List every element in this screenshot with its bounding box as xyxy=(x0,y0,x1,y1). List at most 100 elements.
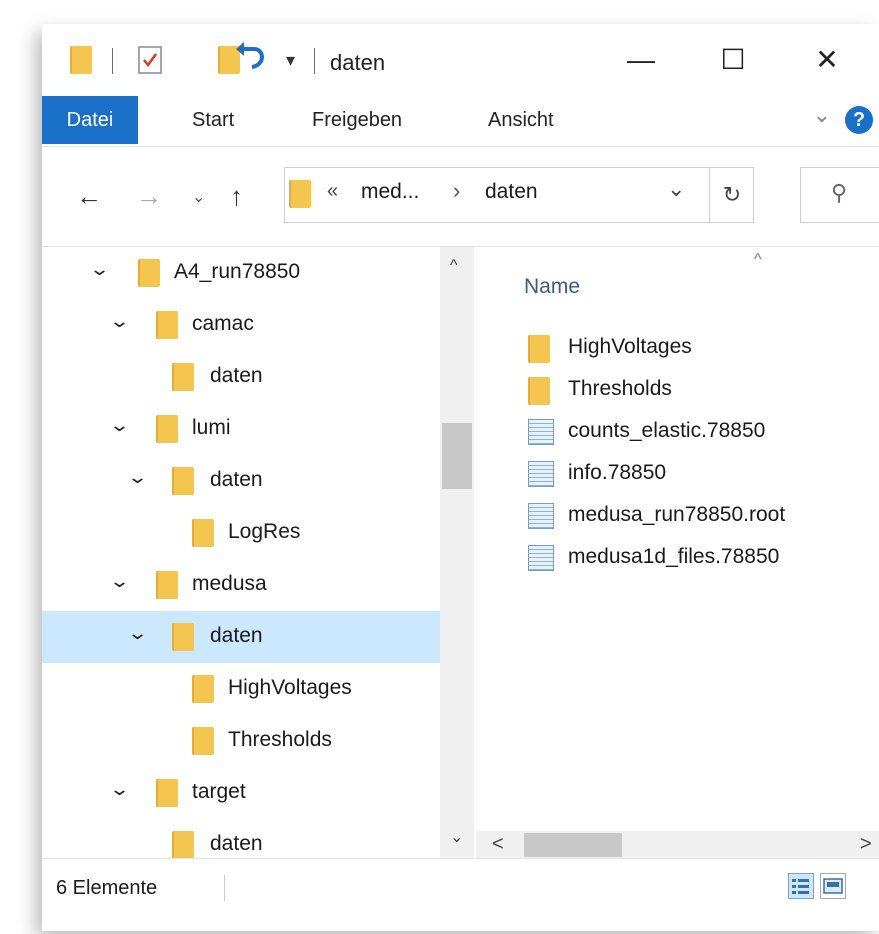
status-bar: 6 Elemente xyxy=(42,858,879,931)
tree-item-highvoltages[interactable]: HighVoltages xyxy=(42,663,440,715)
details-view-icon[interactable] xyxy=(788,873,814,899)
title-separator xyxy=(314,48,315,74)
tree-item-a4-run78850[interactable]: ⌄ A4_run78850 xyxy=(42,247,440,299)
tab-freigeben[interactable]: Freigeben xyxy=(312,96,402,144)
chevron-down-icon[interactable]: ⌄ xyxy=(109,571,130,592)
file-name: HighVoltages xyxy=(568,335,692,358)
list-item-thresholds[interactable]: Thresholds xyxy=(528,371,868,413)
scrollbar-thumb[interactable] xyxy=(524,833,622,857)
tab-start[interactable]: Start xyxy=(192,96,234,144)
breadcrumb-separator[interactable]: › xyxy=(453,178,460,204)
recent-locations-button[interactable]: ⌄ xyxy=(192,187,205,207)
list-item-counts-elastic[interactable]: counts_elastic.78850 xyxy=(528,413,868,455)
address-box[interactable]: « med... › daten ⌄ ↻ xyxy=(284,167,754,223)
sort-indicator: ^ xyxy=(754,251,762,268)
scroll-down-arrow[interactable]: ⌄ xyxy=(450,827,463,847)
scrollbar-thumb[interactable] xyxy=(442,423,472,489)
file-name: counts_elastic.78850 xyxy=(568,419,766,442)
breadcrumb-medusa[interactable]: med... xyxy=(361,180,419,204)
folder-icon xyxy=(192,519,214,547)
folder-icon xyxy=(156,311,178,339)
content-area: ⌄ A4_run78850 ⌄ camac daten ⌄ lumi ⌄ dat… xyxy=(42,246,879,859)
list-item-highvoltages[interactable]: HighVoltages xyxy=(528,329,868,371)
chevron-down-icon[interactable]: ⌄ xyxy=(127,623,148,644)
list-item-medusa-root[interactable]: medusa_run78850.root xyxy=(528,497,868,539)
window-title: daten xyxy=(330,50,386,75)
folder-icon xyxy=(156,415,178,443)
chevron-down-icon[interactable]: ⌄ xyxy=(109,779,130,800)
tree-item-lumi[interactable]: ⌄ lumi xyxy=(42,403,440,455)
folder-icon xyxy=(192,727,214,755)
breadcrumb-daten[interactable]: daten xyxy=(485,180,538,204)
folder-icon xyxy=(156,571,178,599)
chevron-down-icon[interactable]: ⌄ xyxy=(89,259,110,280)
folder-icon xyxy=(172,623,194,651)
item-count: 6 Elemente xyxy=(56,877,158,899)
properties-icon[interactable] xyxy=(138,46,162,74)
tree-item-lumi-daten[interactable]: ⌄ daten xyxy=(42,455,440,507)
back-button[interactable]: ← xyxy=(76,181,102,212)
up-button[interactable]: ↑ xyxy=(230,181,243,212)
tree-item-label: daten xyxy=(210,832,263,855)
tree-item-medusa-daten[interactable]: ⌄ daten xyxy=(42,611,440,663)
tab-datei[interactable]: Datei xyxy=(42,96,138,144)
address-dropdown-button[interactable]: ⌄ xyxy=(667,176,685,202)
title-bar: ▾ daten — ☐ ✕ xyxy=(42,24,879,96)
status-separator xyxy=(224,875,225,901)
file-name: medusa_run78850.root xyxy=(568,503,786,526)
scroll-left-arrow[interactable]: < xyxy=(492,833,504,856)
tree-item-target-daten[interactable]: daten xyxy=(42,819,440,859)
folder-icon xyxy=(172,363,194,391)
maximize-button[interactable]: ☐ xyxy=(708,38,758,82)
toolbar-separator xyxy=(112,48,113,74)
navigation-bar: ← → ⌄ ↑ « med... › daten ⌄ ↻ ⚲ xyxy=(42,146,879,247)
tree-item-camac[interactable]: ⌄ camac xyxy=(42,299,440,351)
navigation-scrollbar[interactable]: ^ ⌄ xyxy=(440,247,474,859)
folder-icon xyxy=(156,779,178,807)
tree-item-thresholds[interactable]: Thresholds xyxy=(42,715,440,767)
text-file-icon xyxy=(528,545,554,571)
forward-button[interactable]: → xyxy=(136,181,162,212)
file-name: Thresholds xyxy=(568,377,672,400)
folder-icon xyxy=(289,180,311,208)
search-icon: ⚲ xyxy=(831,180,848,205)
scroll-up-arrow[interactable]: ^ xyxy=(450,257,458,275)
tab-ansicht[interactable]: Ansicht xyxy=(488,96,554,144)
ribbon-tabs: Datei Start Freigeben Ansicht ⌄ ? xyxy=(42,96,879,146)
scroll-right-arrow[interactable]: > xyxy=(860,833,872,856)
tree-item-label: lumi xyxy=(192,416,231,439)
column-header-name[interactable]: Name xyxy=(524,275,580,299)
tree-item-label: daten xyxy=(210,364,263,387)
list-item-medusa1d-files[interactable]: medusa1d_files.78850 xyxy=(528,539,868,581)
close-button[interactable]: ✕ xyxy=(802,38,852,82)
tree-item-logres[interactable]: LogRes xyxy=(42,507,440,559)
file-name: info.78850 xyxy=(568,461,667,484)
undo-icon[interactable] xyxy=(232,40,266,74)
folder-icon xyxy=(172,831,194,859)
chevron-down-icon[interactable]: ⌄ xyxy=(109,415,130,436)
tree-item-label: daten xyxy=(210,624,263,647)
tree-item-label: daten xyxy=(210,468,263,491)
tree-item-medusa[interactable]: ⌄ medusa xyxy=(42,559,440,611)
text-file-icon xyxy=(528,461,554,487)
expand-ribbon-button[interactable]: ⌄ xyxy=(813,102,831,128)
file-list-scrollbar[interactable]: < > xyxy=(476,831,879,859)
tree-item-label: target xyxy=(192,780,246,803)
navigation-pane: ⌄ A4_run78850 ⌄ camac daten ⌄ lumi ⌄ dat… xyxy=(42,247,440,859)
tree-item-camac-daten[interactable]: daten xyxy=(42,351,440,403)
chevron-down-icon[interactable]: ⌄ xyxy=(109,311,130,332)
folder-icon xyxy=(192,675,214,703)
tree-item-target[interactable]: ⌄ target xyxy=(42,767,440,819)
text-file-icon xyxy=(528,503,554,529)
help-icon[interactable]: ? xyxy=(845,106,873,134)
minimize-button[interactable]: — xyxy=(616,38,666,82)
list-item-info[interactable]: info.78850 xyxy=(528,455,868,497)
large-icons-view-icon[interactable] xyxy=(820,873,846,899)
tree-item-label: Thresholds xyxy=(228,728,332,751)
path-overflow-button[interactable]: « xyxy=(327,180,338,203)
chevron-down-icon[interactable]: ⌄ xyxy=(127,467,148,488)
customize-quick-access-button[interactable]: ▾ xyxy=(286,50,295,71)
refresh-icon[interactable]: ↻ xyxy=(709,168,754,222)
folder-icon xyxy=(528,377,550,405)
search-input[interactable]: ⚲ xyxy=(800,167,879,223)
